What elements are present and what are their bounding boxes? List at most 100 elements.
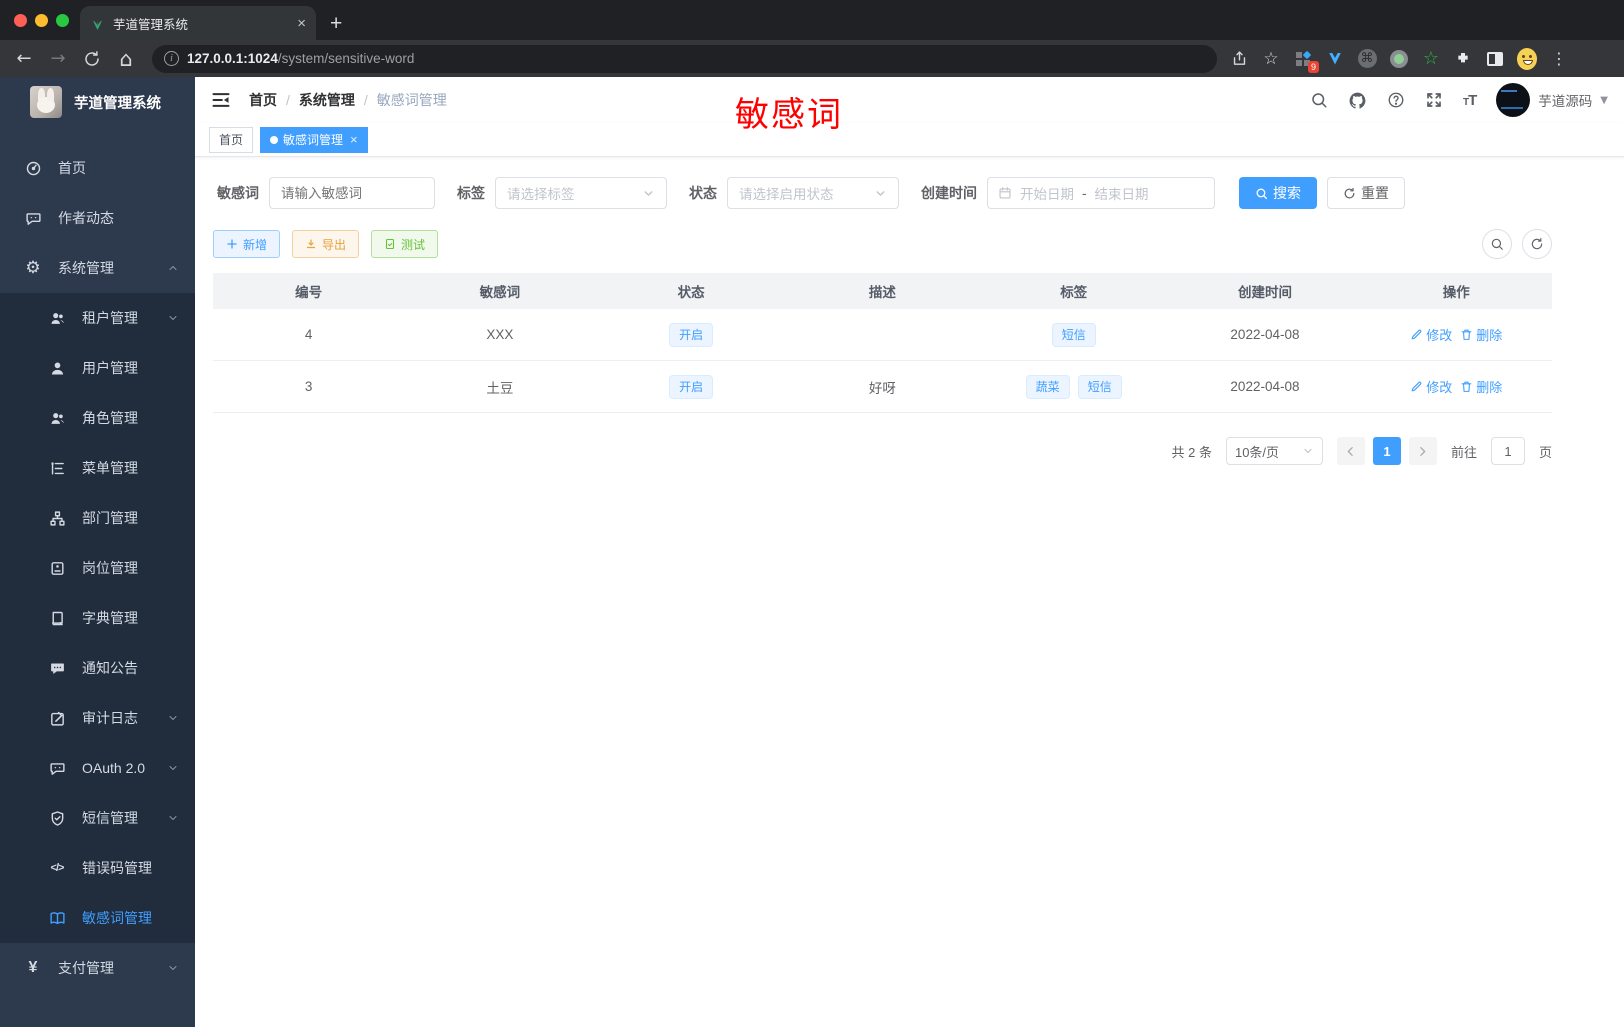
add-button[interactable]: 新增 — [213, 230, 281, 258]
cell-id: 3 — [304, 379, 313, 394]
filter-form: 敏感词 标签 请选择标签 状态 请选择启用状态 创建时间 开始日期 - 结束日期… — [213, 177, 1606, 209]
sidebar-item-审计日志[interactable]: 审计日志 — [0, 693, 195, 743]
sidebar-item-角色管理[interactable]: 角色管理 — [0, 393, 195, 443]
sidebar-item-通知公告[interactable]: 通知公告 — [0, 643, 195, 693]
minimize-window-button[interactable] — [35, 14, 48, 27]
next-page-button[interactable] — [1408, 437, 1437, 465]
post-icon — [48, 560, 66, 577]
sidebar-item-用户管理[interactable]: 用户管理 — [0, 343, 195, 393]
sidebar-item-部门管理[interactable]: 部门管理 — [0, 493, 195, 543]
zoom-window-button[interactable] — [56, 14, 69, 27]
search-icon — [1255, 187, 1268, 200]
grid-extension-icon[interactable]: 9 — [1293, 49, 1319, 73]
forward-icon[interactable]: → — [44, 45, 72, 73]
sidebar-item-作者动态[interactable]: 作者动态 — [0, 193, 195, 243]
goto-page-input[interactable] — [1490, 437, 1525, 465]
navbar: 首页 / 系统管理 / 敏感词管理 TT 芋道源码 ▼ — [195, 77, 1624, 123]
plus-icon — [226, 238, 238, 250]
sidebar-item-系统管理[interactable]: ⚙ 系统管理 — [0, 243, 195, 293]
back-icon[interactable]: ← — [10, 45, 38, 73]
sidebar-item-错误码管理[interactable]: </> 错误码管理 — [0, 843, 195, 893]
edit-button[interactable]: 修改 — [1410, 377, 1452, 396]
tag-select[interactable]: 请选择标签 — [495, 177, 667, 209]
sidebar-item-租户管理[interactable]: 租户管理 — [0, 293, 195, 343]
app-title: 芋道管理系统 — [74, 95, 161, 112]
tags-view: 首页 × 敏感词管理 × — [195, 123, 1624, 157]
test-button[interactable]: 测试 — [371, 230, 439, 258]
browser-tab[interactable]: 芋道管理系统 × — [80, 6, 316, 40]
edit-button[interactable]: 修改 — [1410, 325, 1452, 344]
site-info-icon[interactable]: i — [164, 51, 179, 66]
sidebar-fold-icon[interactable] — [211, 90, 231, 110]
home-icon[interactable]: ⌂ — [112, 45, 140, 73]
tags-view-tab-首页[interactable]: 首页 × — [209, 126, 254, 153]
sidebar-item-支付管理[interactable]: ¥ 支付管理 — [0, 943, 195, 993]
status-select[interactable]: 请选择启用状态 — [727, 177, 899, 209]
date-label: 创建时间 — [921, 185, 977, 201]
sidebar-item-岗位管理[interactable]: 岗位管理 — [0, 543, 195, 593]
chevron-down-icon — [167, 762, 179, 774]
delete-button[interactable]: 删除 — [1460, 325, 1502, 344]
cell-description: 好呀 — [868, 380, 896, 396]
column-header: 操作 — [1442, 285, 1470, 300]
sidebar-item-敏感词管理[interactable]: 敏感词管理 — [0, 893, 195, 943]
sidebar-toggle-icon[interactable] — [1485, 49, 1505, 69]
vue-devtools-extension-icon[interactable] — [1325, 49, 1345, 69]
browser-profile-avatar[interactable] — [1517, 47, 1537, 70]
tab-close-icon[interactable]: × — [350, 132, 358, 147]
column-header: 创建时间 — [1237, 285, 1292, 300]
header-search-icon[interactable] — [1310, 91, 1328, 109]
window-controls[interactable] — [14, 14, 69, 27]
sidebar-item-OAuth 2.0[interactable]: OAuth 2.0 — [0, 743, 195, 793]
keyword-input[interactable] — [269, 177, 435, 209]
address-bar[interactable]: i 127.0.0.1:1024/system/sensitive-word — [152, 44, 1217, 73]
recorder-extension-icon[interactable] — [1389, 49, 1409, 69]
refresh-table-button[interactable] — [1522, 229, 1552, 259]
browser-menu-icon[interactable]: ⋮ — [1549, 49, 1569, 69]
delete-button[interactable]: 删除 — [1460, 377, 1502, 396]
row-tag-badge: 蔬菜 — [1025, 374, 1070, 399]
sidebar-item-首页[interactable]: 首页 — [0, 143, 195, 193]
row-tag-badge: 短信 — [1051, 322, 1096, 347]
chevron-down-icon — [874, 187, 887, 200]
breadcrumb: 首页 / 系统管理 / 敏感词管理 — [249, 90, 447, 110]
tag-label: 标签 — [457, 185, 485, 201]
tags-view-tab-敏感词管理[interactable]: 敏感词管理 × — [260, 126, 368, 153]
star-extension-icon[interactable]: ☆ — [1421, 48, 1441, 69]
hide-search-button[interactable] — [1482, 229, 1512, 259]
tab-close-icon[interactable]: × — [297, 15, 306, 32]
extensions-puzzle-icon[interactable] — [1453, 49, 1473, 69]
chevron-down-icon — [167, 712, 179, 724]
new-tab-button[interactable]: + — [330, 13, 342, 34]
command-extension-icon[interactable]: ⌘ — [1357, 49, 1377, 69]
column-header: 描述 — [868, 285, 896, 300]
breadcrumb-home[interactable]: 首页 — [249, 90, 277, 110]
sidebar-item-短信管理[interactable]: 短信管理 — [0, 793, 195, 843]
font-size-icon[interactable]: TT — [1463, 92, 1477, 109]
active-dot-icon — [270, 135, 279, 144]
bookmark-star-icon[interactable]: ☆ — [1261, 49, 1281, 69]
chevron-up-icon — [167, 262, 179, 274]
browser-tab-strip: 芋道管理系统 × + — [0, 0, 1624, 40]
date-range-picker[interactable]: 开始日期 - 结束日期 — [987, 177, 1215, 209]
browser-chrome: 芋道管理系统 × + ← → ⌂ i 127.0.0.1:1024/system… — [0, 0, 1624, 77]
search-button[interactable]: 搜索 — [1239, 177, 1317, 209]
close-window-button[interactable] — [14, 14, 27, 27]
github-icon[interactable] — [1348, 91, 1367, 110]
reset-button[interactable]: 重置 — [1327, 177, 1405, 209]
user-menu[interactable]: 芋道源码 ▼ — [1496, 83, 1608, 117]
prev-page-button[interactable] — [1336, 437, 1365, 465]
app-logo: 芋道管理系统 — [0, 77, 195, 127]
refresh-icon — [1343, 187, 1356, 200]
sidebar-item-菜单管理[interactable]: 菜单管理 — [0, 443, 195, 493]
breadcrumb-system[interactable]: 系统管理 — [299, 90, 355, 110]
reload-icon[interactable] — [78, 45, 106, 73]
fullscreen-icon[interactable] — [1425, 91, 1443, 109]
help-icon[interactable] — [1387, 91, 1405, 109]
export-button[interactable]: 导出 — [292, 230, 360, 258]
page-number-button[interactable]: 1 — [1372, 437, 1401, 465]
sidebar-item-字典管理[interactable]: 字典管理 — [0, 593, 195, 643]
share-icon[interactable] — [1229, 49, 1249, 69]
log-icon — [48, 710, 66, 727]
page-size-select[interactable]: 10条/页 — [1225, 437, 1323, 465]
